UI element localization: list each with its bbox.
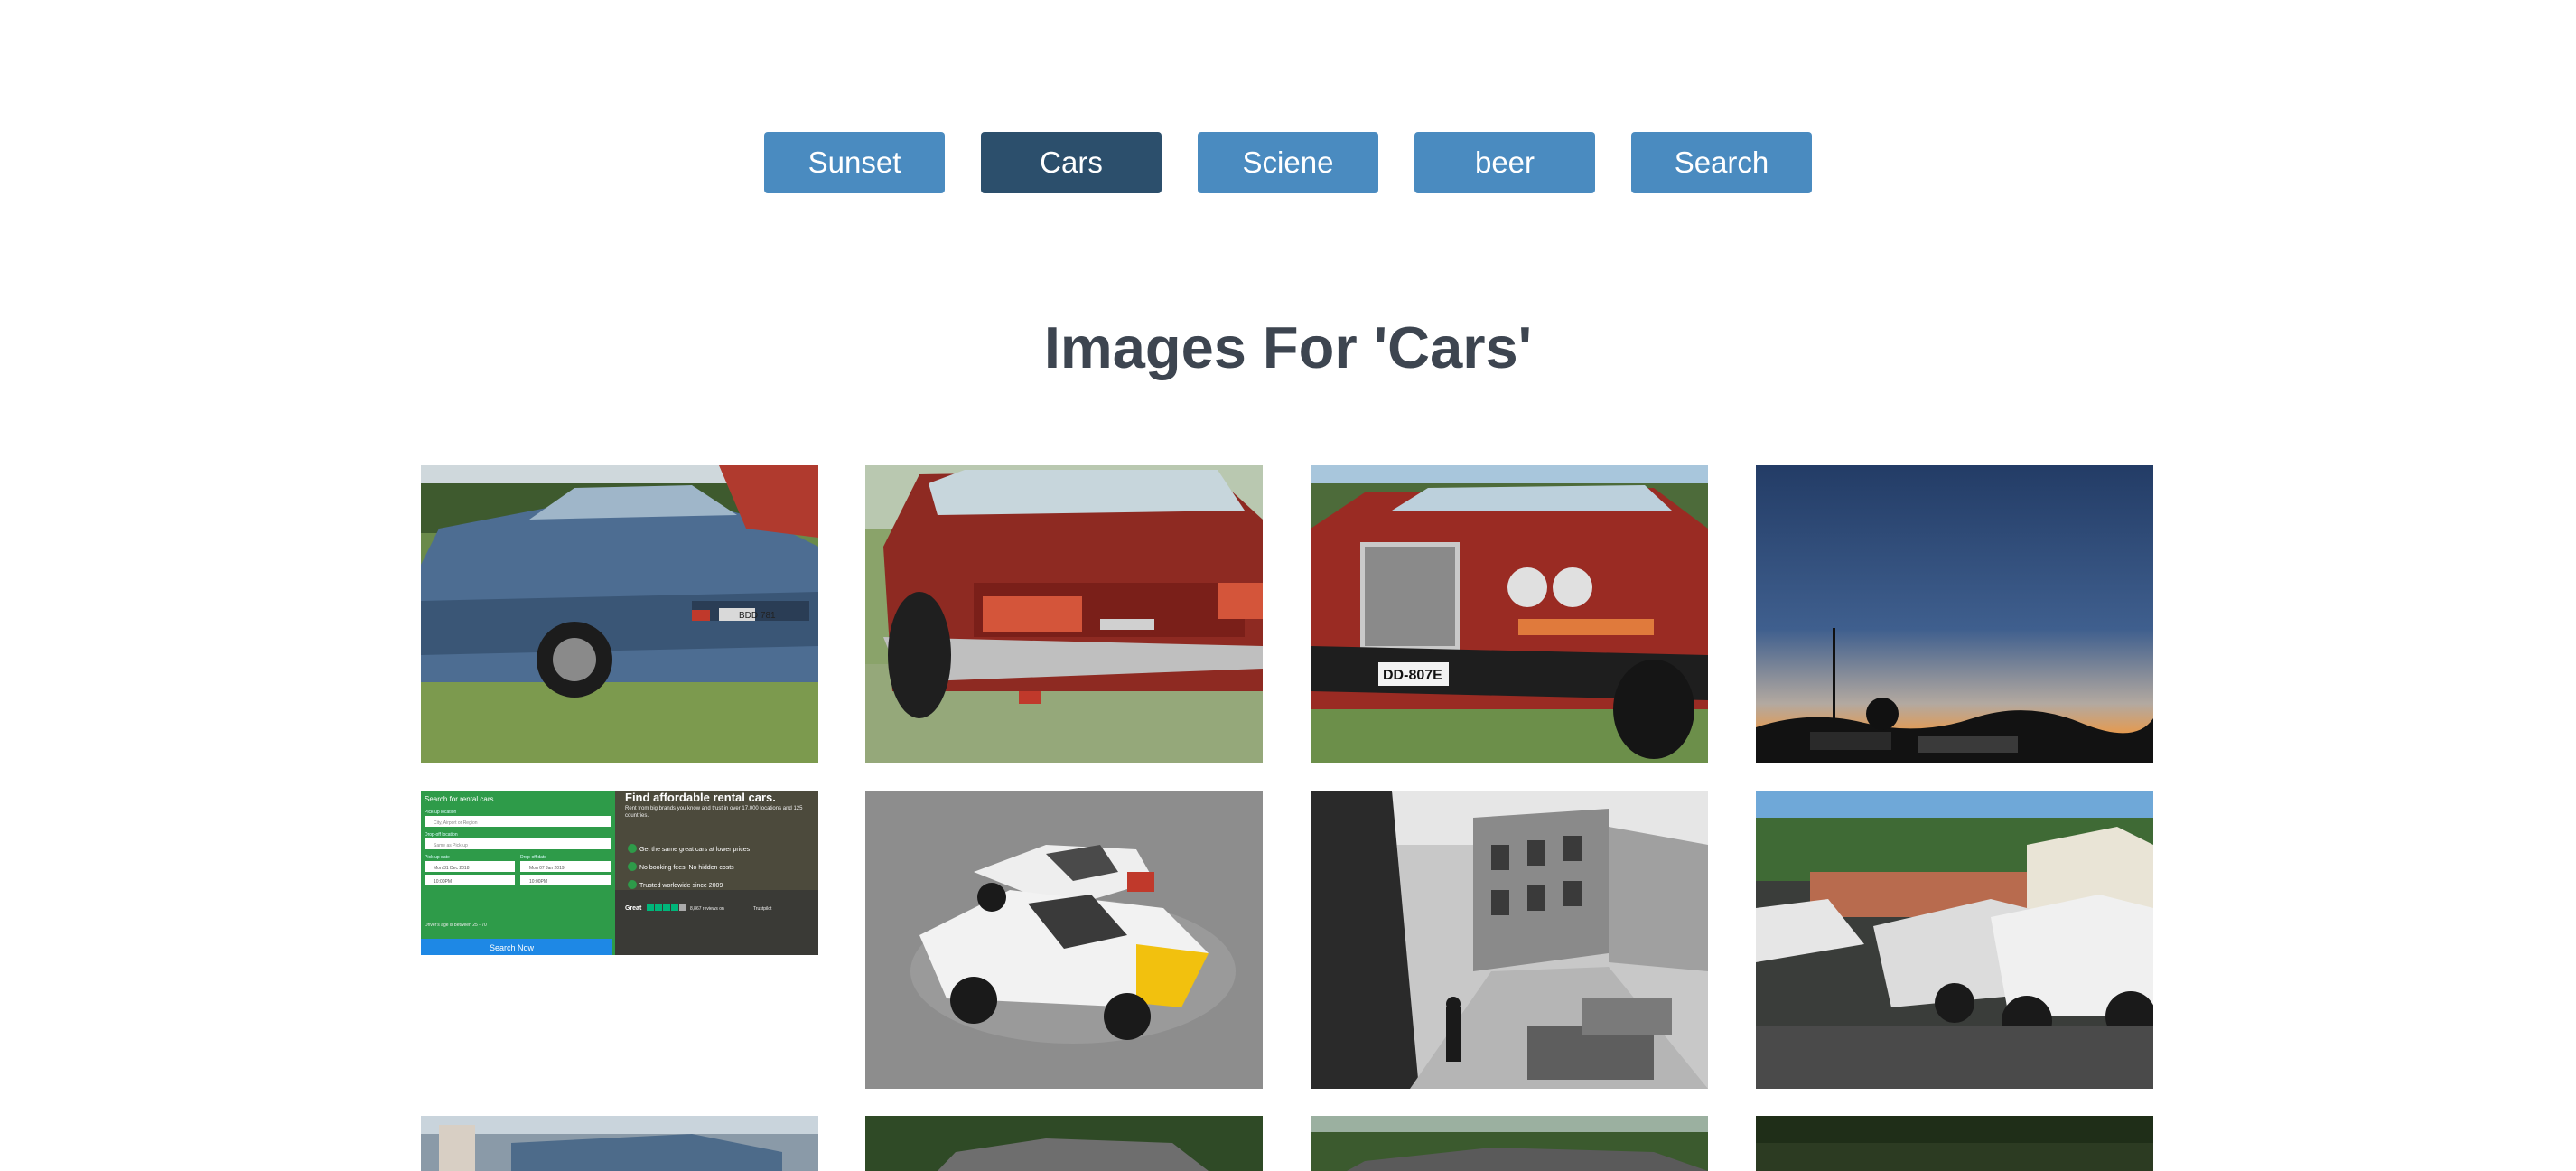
photo-street-bw bbox=[1311, 791, 1708, 1089]
ad-dropoff-label: Drop-off location bbox=[425, 832, 458, 838]
photo-blue-sedan: BDD 781 bbox=[421, 465, 818, 763]
license-plate-text: DD-807E bbox=[1383, 668, 1442, 683]
gallery-image-red-sedan-rear[interactable] bbox=[865, 465, 1263, 763]
gallery-image-lego-cars[interactable] bbox=[865, 791, 1263, 1089]
photo-rolls-royce-front: DD-807E bbox=[1311, 465, 1708, 763]
gallery-image-car-show-3[interactable] bbox=[1311, 1116, 1708, 1171]
ad-pickup-label: Pick-up location bbox=[425, 810, 457, 815]
category-button-beer[interactable]: beer bbox=[1414, 132, 1595, 193]
ad-feature-1: Get the same great cars at lower prices bbox=[639, 847, 751, 853]
ad-feature-3: Trusted worldwide since 2009 bbox=[639, 883, 723, 889]
ad-form-title: Search for rental cars bbox=[425, 795, 493, 803]
gallery-image-dusk-sky[interactable] bbox=[1756, 465, 2153, 763]
ad-pickup-field: City, Airport or Region bbox=[434, 820, 478, 826]
ad-search-button: Search Now bbox=[490, 943, 535, 952]
photo-car-show-1 bbox=[421, 1116, 818, 1171]
category-button-sciene[interactable]: Sciene bbox=[1198, 132, 1378, 193]
ad-subtitle: Rent from big brands you know and trust … bbox=[625, 806, 803, 819]
ad-pickup-date: Mon 31 Dec 2018 bbox=[434, 866, 470, 871]
photo-dusk-sky bbox=[1756, 465, 2153, 763]
category-button-sunset[interactable]: Sunset bbox=[764, 132, 945, 193]
gallery-image-car-show-1[interactable] bbox=[421, 1116, 818, 1171]
rental-cars-ad: Search for rental cars Pick-up location … bbox=[421, 791, 818, 955]
photo-lego-cars bbox=[865, 791, 1263, 1089]
gallery-image-car-show-4[interactable] bbox=[1756, 1116, 2153, 1171]
license-plate-text: BDD 781 bbox=[739, 611, 776, 621]
category-button-search[interactable]: Search bbox=[1631, 132, 1812, 193]
ad-feature-2: No booking fees. No hidden costs bbox=[639, 865, 734, 871]
ad-rating-word: Great bbox=[625, 905, 642, 912]
ad-dropoff-date: Mon 07 Jan 2019 bbox=[529, 866, 565, 871]
ad-rating-reviews: 8,867 reviews on bbox=[690, 906, 724, 912]
ad-dropoff-field: Same as Pick-up bbox=[434, 843, 468, 848]
page-title: Images For 'Cars' bbox=[1043, 314, 1533, 380]
ad-driver-age: Driver's age is between 25 - 70 bbox=[425, 923, 487, 928]
category-button-cars[interactable]: Cars bbox=[981, 132, 1162, 193]
gallery-image-rental-ad[interactable]: Search for rental cars Pick-up location … bbox=[421, 791, 818, 955]
ad-dropoff-date-label: Drop-off date bbox=[520, 855, 546, 860]
photo-parked-suvs bbox=[1756, 791, 2153, 1089]
gallery-image-street-bw[interactable] bbox=[1311, 791, 1708, 1089]
gallery-image-parked-suvs[interactable] bbox=[1756, 791, 2153, 1089]
ad-pickup-date-label: Pick-up date bbox=[425, 855, 450, 860]
photo-red-sedan-rear bbox=[865, 465, 1263, 763]
ad-dropoff-time: 10:00PM bbox=[529, 879, 547, 885]
gallery-image-car-show-2[interactable] bbox=[865, 1116, 1263, 1171]
category-button-bar: Sunset Cars Sciene beer Search bbox=[0, 132, 2576, 193]
photo-car-show-2 bbox=[865, 1116, 1263, 1171]
ad-rating-brand: Trustpilot bbox=[753, 906, 772, 912]
gallery-image-rolls-royce-front[interactable]: DD-807E bbox=[1311, 465, 1708, 763]
photo-car-show-3 bbox=[1311, 1116, 1708, 1171]
ad-title: Find affordable rental cars. bbox=[625, 791, 776, 804]
ad-pickup-time: 10:00PM bbox=[434, 879, 452, 885]
gallery-image-blue-sedan[interactable]: BDD 781 bbox=[421, 465, 818, 763]
photo-car-show-4 bbox=[1756, 1116, 2153, 1171]
